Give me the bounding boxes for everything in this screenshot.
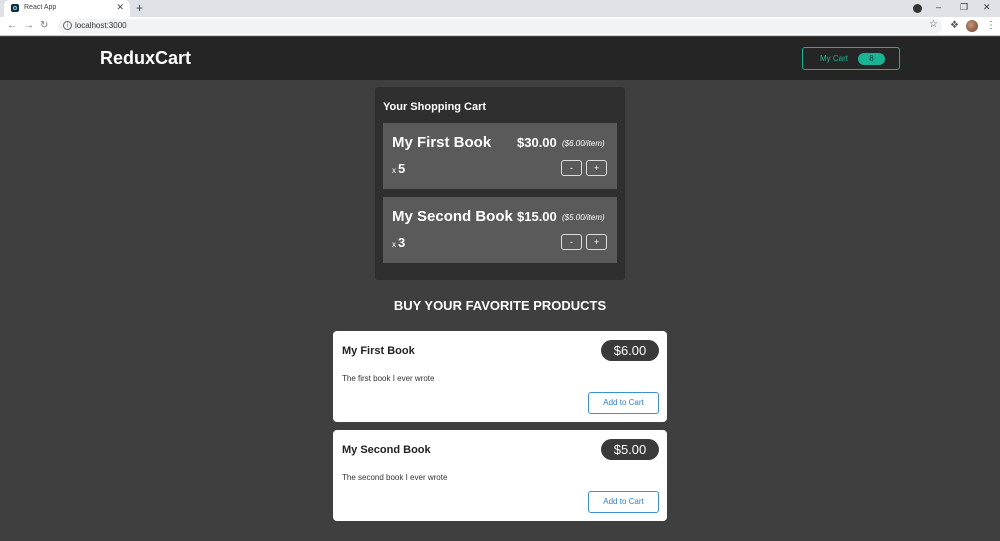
- forward-arrow-icon[interactable]: →: [24, 20, 34, 31]
- tab-title: React App: [24, 4, 57, 11]
- decrement-button[interactable]: -: [561, 160, 582, 176]
- my-cart-label: My Cart: [820, 54, 848, 63]
- add-to-cart-button[interactable]: Add to Cart: [588, 392, 659, 414]
- restore-button[interactable]: ❐: [960, 2, 968, 13]
- minimize-button[interactable]: –: [936, 2, 941, 12]
- tab-close-icon[interactable]: ✕: [116, 2, 124, 13]
- product-price-badge: $6.00: [601, 340, 659, 361]
- product-description: The second book I ever wrote: [342, 473, 448, 482]
- cart-item-quantity: 5: [398, 161, 406, 176]
- brand-logo: ReduxCart: [100, 48, 192, 68]
- quantity-prefix: x: [392, 240, 396, 249]
- cart-item: My First Book $30.00 ($6.00/item) x 5 - …: [383, 123, 617, 189]
- back-arrow-icon[interactable]: ←: [7, 20, 17, 31]
- cart-item-unit-price: ($6.00/item): [562, 139, 605, 148]
- react-favicon-icon: [11, 4, 19, 12]
- product-name: My First Book: [342, 345, 415, 357]
- app-header: ReduxCart My Cart 8: [0, 37, 1000, 80]
- site-info-icon[interactable]: i: [63, 21, 72, 30]
- window-close-button[interactable]: ✕: [983, 2, 991, 13]
- browser-tab[interactable]: React App ✕: [4, 0, 130, 17]
- cart-item-total: $30.00: [517, 135, 557, 150]
- products-heading: BUY YOUR FAVORITE PRODUCTS: [393, 298, 607, 313]
- profile-indicator-icon[interactable]: [913, 4, 922, 13]
- extensions-puzzle-icon[interactable]: ❖: [950, 20, 959, 31]
- address-bar[interactable]: i localhost:3000 ☆: [58, 19, 942, 34]
- product-card: My Second Book $5.00 The second book I e…: [333, 430, 667, 521]
- bookmark-star-icon[interactable]: ☆: [929, 19, 938, 30]
- profile-avatar[interactable]: [966, 20, 978, 32]
- product-price-badge: $5.00: [601, 439, 659, 460]
- shopping-cart-panel: Your Shopping Cart My First Book $30.00 …: [375, 87, 625, 280]
- increment-button[interactable]: +: [586, 234, 607, 250]
- product-description: The first book I ever wrote: [342, 374, 435, 383]
- cart-item-quantity: 3: [398, 235, 406, 250]
- cart-title: Your Shopping Cart: [383, 101, 487, 113]
- cart-item: My Second Book $15.00 ($5.00/item) x 3 -…: [383, 197, 617, 263]
- cart-item-total: $15.00: [517, 209, 557, 224]
- cart-item-name: My Second Book: [392, 208, 513, 225]
- product-name: My Second Book: [342, 444, 431, 456]
- url-text[interactable]: localhost:3000: [75, 21, 127, 30]
- reload-icon[interactable]: ↻: [40, 20, 48, 31]
- browser-menu-icon[interactable]: ⋮: [986, 20, 996, 32]
- my-cart-button[interactable]: My Cart 8: [802, 47, 900, 70]
- browser-tab-strip: React App ✕ + – ❐ ✕: [0, 0, 1000, 17]
- add-to-cart-button[interactable]: Add to Cart: [588, 491, 659, 513]
- new-tab-button[interactable]: +: [136, 1, 143, 15]
- decrement-button[interactable]: -: [561, 234, 582, 250]
- cart-item-unit-price: ($5.00/item): [562, 213, 605, 222]
- browser-toolbar: ← → ↻ i localhost:3000 ☆ ❖: [0, 17, 1000, 36]
- product-card: My First Book $6.00 The first book I eve…: [333, 331, 667, 422]
- cart-count-badge: 8: [858, 53, 885, 65]
- cart-item-name: My First Book: [392, 134, 492, 151]
- increment-button[interactable]: +: [586, 160, 607, 176]
- quantity-prefix: x: [392, 166, 396, 175]
